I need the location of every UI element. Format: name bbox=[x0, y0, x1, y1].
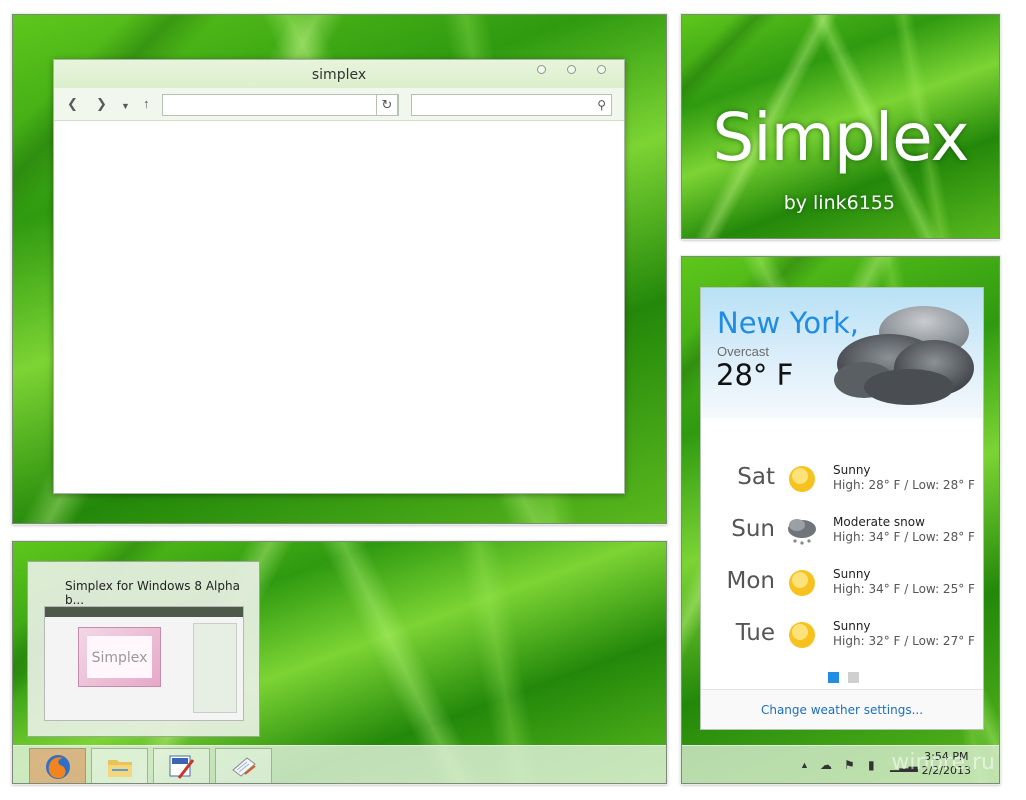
flag-icon[interactable]: ⚑ bbox=[844, 758, 855, 772]
battery-icon[interactable]: ▮ bbox=[868, 758, 875, 772]
forecast-day: Mon bbox=[726, 568, 776, 594]
close-button[interactable] bbox=[597, 65, 606, 74]
folder-icon bbox=[108, 760, 132, 777]
thumbnail-sidebar bbox=[193, 623, 237, 713]
search-box[interactable]: ⚲ bbox=[411, 94, 612, 116]
weather-current: New York, Overcast 28° F bbox=[701, 288, 983, 418]
maximize-button[interactable] bbox=[567, 65, 576, 74]
minimize-button[interactable] bbox=[537, 65, 546, 74]
title-card-panel: Simplex by link6155 bbox=[681, 14, 1000, 239]
taskbar-button-paint[interactable] bbox=[153, 748, 210, 783]
snow-cloud-icon bbox=[788, 519, 816, 545]
thumbnail-window-text: Simplex bbox=[87, 636, 152, 678]
forecast-condition: Sunny bbox=[833, 463, 871, 477]
weather-temperature: 28° F bbox=[716, 358, 794, 392]
sun-icon bbox=[789, 466, 815, 492]
recent-locations-chevron-icon[interactable]: ▼ bbox=[121, 99, 130, 113]
notepad-icon bbox=[232, 757, 256, 777]
forecast-row: Tue Sunny High: 32° F / Low: 27° F bbox=[701, 614, 985, 658]
weather-panel: New York, Overcast 28° F Sat Sunny High:… bbox=[681, 256, 1000, 784]
forecast-row: Sat Sunny High: 28° F / Low: 28° F bbox=[701, 458, 985, 502]
window-toolbar: ❮ ❯ ▼ ↑ ⌄ ↻ ⚲ bbox=[54, 88, 624, 121]
thumbnail-image: Simplex bbox=[44, 606, 244, 721]
thumbnail-browser-bar bbox=[45, 607, 243, 617]
weather-condition: Overcast bbox=[717, 344, 770, 359]
forecast-row: Sun Moderate snow High: 34° F / Low: 28°… bbox=[701, 510, 985, 554]
forecast-condition: Sunny bbox=[833, 567, 871, 581]
taskbar-button-firefox[interactable] bbox=[29, 748, 86, 783]
forecast-day: Sun bbox=[731, 516, 775, 542]
theme-author: by link6155 bbox=[783, 192, 895, 214]
window-title: simplex bbox=[311, 67, 367, 83]
cloud-icon[interactable]: ☁ bbox=[820, 758, 832, 772]
taskbar bbox=[13, 745, 666, 783]
sun-icon bbox=[789, 622, 815, 648]
taskbar-button-notepad[interactable] bbox=[215, 748, 272, 783]
back-arrow-icon[interactable]: ❮ bbox=[67, 97, 78, 111]
taskbar-preview-panel: Simplex for Windows 8 Alpha b... Simplex bbox=[12, 541, 667, 784]
forecast-row: Mon Sunny High: 34° F / Low: 25° F bbox=[701, 562, 985, 606]
forecast-high-low: High: 32° F / Low: 27° F bbox=[833, 634, 975, 648]
page-dot[interactable] bbox=[848, 672, 859, 683]
window-preview-panel: simplex ❮ ❯ ▼ ↑ ⌄ ↻ ⚲ bbox=[12, 14, 667, 524]
taskbar-button-file-explorer[interactable] bbox=[91, 748, 148, 783]
paint-icon bbox=[169, 755, 195, 779]
search-icon: ⚲ bbox=[597, 98, 606, 112]
forecast-day: Tue bbox=[735, 620, 775, 646]
firefox-icon bbox=[46, 755, 70, 779]
forecast-condition: Sunny bbox=[833, 619, 871, 633]
change-weather-settings-link[interactable]: Change weather settings... bbox=[701, 689, 983, 729]
forecast-high-low: High: 34° F / Low: 25° F bbox=[833, 582, 975, 596]
up-arrow-icon[interactable]: ↑ bbox=[143, 97, 150, 111]
page-indicator bbox=[828, 672, 859, 683]
window-titlebar[interactable]: simplex bbox=[54, 60, 624, 88]
forecast-high-low: High: 34° F / Low: 28° F bbox=[833, 530, 975, 544]
address-bar[interactable]: ⌄ bbox=[162, 94, 399, 116]
taskbar-thumbnail-preview[interactable]: Simplex for Windows 8 Alpha b... Simplex bbox=[27, 561, 260, 737]
theme-title: Simplex bbox=[712, 99, 969, 176]
page-dot[interactable] bbox=[828, 672, 839, 683]
forward-arrow-icon[interactable]: ❯ bbox=[96, 97, 107, 111]
explorer-window: simplex ❮ ❯ ▼ ↑ ⌄ ↻ ⚲ bbox=[53, 59, 625, 494]
forecast-condition: Moderate snow bbox=[833, 515, 925, 529]
sun-icon bbox=[789, 570, 815, 596]
refresh-icon[interactable]: ↻ bbox=[376, 94, 398, 116]
weather-city: New York, bbox=[717, 306, 860, 340]
thumbnail-title: Simplex for Windows 8 Alpha b... bbox=[65, 579, 240, 607]
thumbnail-window: Simplex bbox=[78, 627, 161, 687]
show-hidden-icons-icon[interactable]: ▲ bbox=[800, 760, 809, 770]
watermark: winore.ru bbox=[891, 750, 995, 775]
system-tray: ▲ ☁ ⚑ ▮ ▁▂▃ 3:54 PM 2/2/2013 winore.ru bbox=[682, 745, 999, 783]
forecast-high-low: High: 28° F / Low: 28° F bbox=[833, 478, 975, 492]
weather-flyout: New York, Overcast 28° F Sat Sunny High:… bbox=[700, 287, 984, 730]
forecast-day: Sat bbox=[737, 464, 775, 490]
